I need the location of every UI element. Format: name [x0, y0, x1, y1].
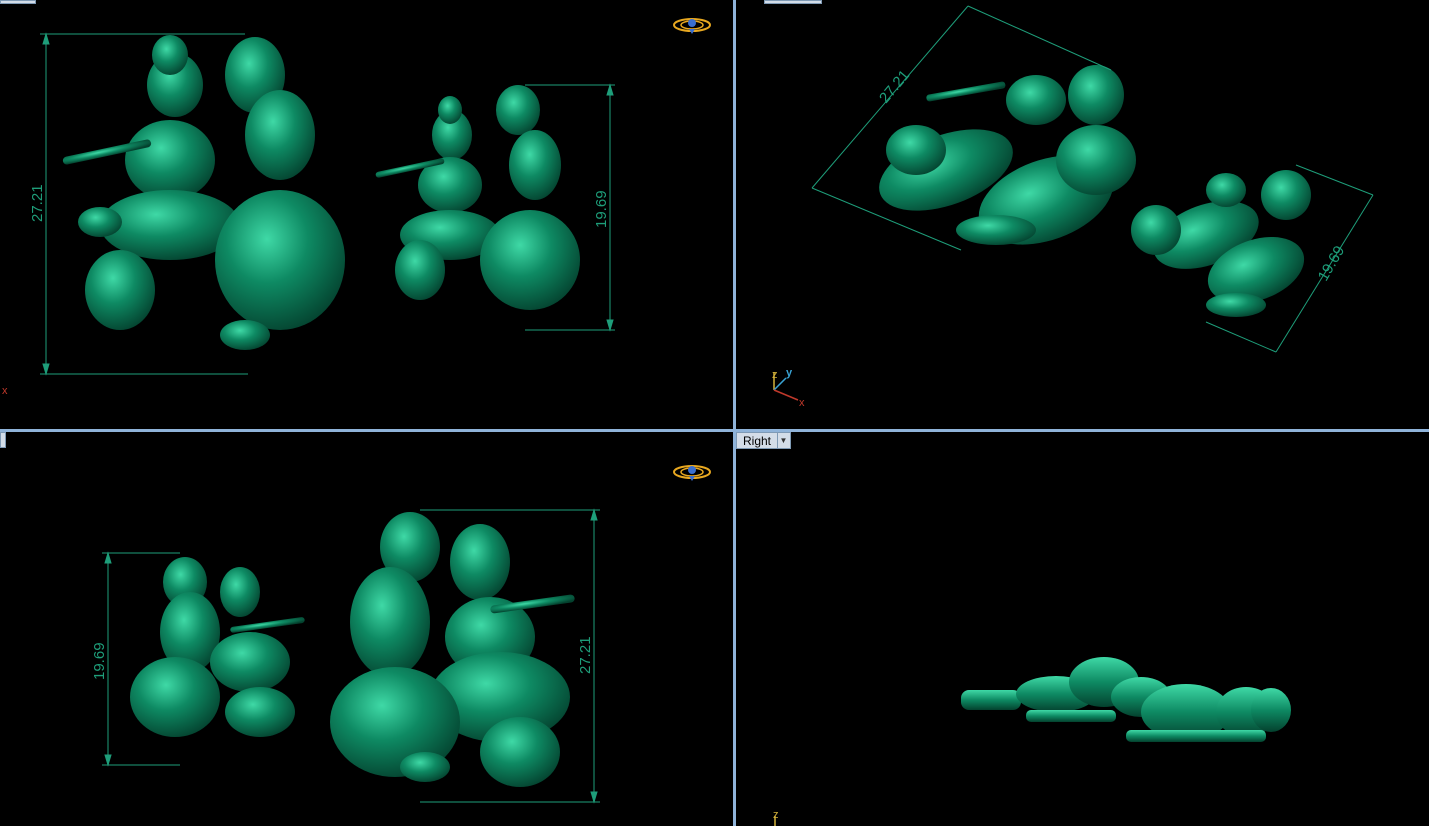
dimension-small-label: 19.69 [593, 190, 610, 228]
viewport-top-left-canvas: 27.21 19.69 x [2, 18, 711, 397]
viewport-tab-stub[interactable] [764, 0, 822, 4]
relief-model-large-perspective[interactable] [868, 65, 1136, 262]
axis-z-label: z [773, 809, 779, 821]
viewport-bottom-right-canvas: z [773, 657, 1291, 826]
axis-x-label: x [799, 397, 805, 409]
dimension-large-perspective-label: 27.21 [876, 67, 913, 107]
relief-model-large-mirrored[interactable] [330, 512, 575, 787]
relief-model-side-view[interactable] [961, 657, 1291, 742]
axis-z-label: z [772, 369, 778, 381]
dimension-large-label: 27.21 [29, 184, 46, 222]
relief-model-small-perspective[interactable] [1131, 170, 1313, 317]
viewport-label-tab[interactable]: Right ▼ [736, 432, 791, 449]
viewport-label: Right [743, 433, 772, 448]
dimension-small-perspective-label: 19.69 [1315, 243, 1348, 284]
viewport-tab-stub[interactable] [0, 432, 6, 448]
axis-y-label: y [786, 367, 793, 379]
axis-x-label: x [2, 385, 8, 397]
viewport-divider-vertical[interactable] [733, 0, 736, 826]
viewport-bottom-left-canvas: 19.69 27.21 [91, 465, 711, 804]
gumball-icon[interactable] [673, 465, 711, 481]
viewport-tab-stub[interactable] [0, 0, 36, 4]
viewport-bottom-left[interactable]: 19.69 27.21 [0, 432, 733, 826]
gumball-icon[interactable] [673, 18, 711, 34]
chevron-down-icon[interactable]: ▼ [777, 433, 789, 448]
viewport-top-right[interactable]: 27.21 19.69 z y x [736, 0, 1429, 429]
dimension-large-mirrored-label: 27.21 [577, 636, 594, 674]
viewport-divider-horizontal[interactable] [0, 429, 1429, 432]
viewport-top-right-canvas: 27.21 19.69 z y x [772, 5, 1374, 409]
viewport-top-left[interactable]: 27.21 19.69 x [0, 0, 733, 429]
dimension-small-mirrored-label: 19.69 [91, 642, 108, 680]
relief-model-small[interactable] [375, 85, 580, 310]
relief-model-small-mirrored[interactable] [130, 557, 305, 737]
relief-model-large[interactable] [62, 35, 345, 350]
viewport-bottom-right[interactable]: z Right ▼ [736, 432, 1429, 826]
